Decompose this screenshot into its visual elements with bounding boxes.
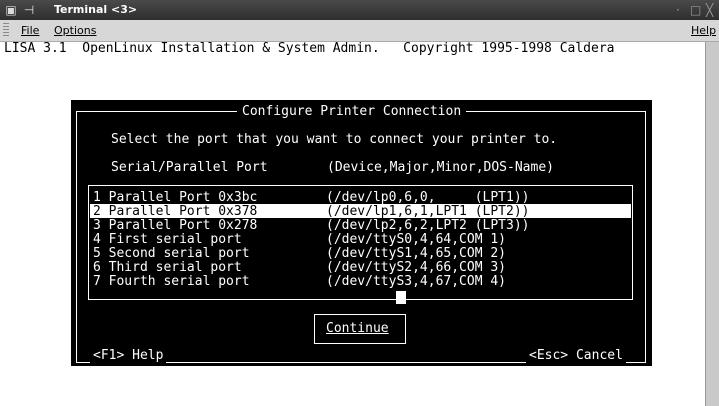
window-titlebar: ▣ ⊣ Terminal <3> · □ ╳ [0,0,719,20]
list-item[interactable]: 5 Second serial port (/dev/ttyS1,4,65,CO… [93,246,506,261]
menu-help[interactable]: Help [691,24,716,37]
list-item[interactable]: 3 Parallel Port 0x278 (/dev/lp2,6,2,LPT2… [93,218,530,233]
list-item[interactable]: 1 Parallel Port 0x3bc (/dev/lp0,6,0, (LP… [93,190,530,205]
menu-bar: File Options Help [0,20,719,42]
column-header-device: (Device,Major,Minor,DOS-Name) [327,160,554,175]
minimize-button[interactable]: · [676,3,680,17]
dialog-prompt: Select the port that you want to connect… [111,132,558,147]
terminal-menu-icon[interactable]: ▣ [4,3,18,17]
printer-connection-dialog: Configure Printer Connection Select the … [71,100,652,366]
help-key-hint[interactable]: <F1> Help [90,348,167,363]
continue-label: Continue [326,321,389,336]
list-item-selected[interactable]: 2 Parallel Port 0x378 (/dev/lp1,6,1,LPT1… [90,204,631,219]
list-item[interactable]: 4 First serial port (/dev/ttyS0,4,64,COM… [93,232,506,247]
terminal-header: LISA 3.1 OpenLinux Installation & System… [0,41,705,56]
close-button[interactable]: ╳ [706,3,713,17]
menu-file[interactable]: File [21,24,39,37]
list-item[interactable]: 6 Third serial port (/dev/ttyS2,4,66,COM… [93,260,506,275]
column-header-port: Serial/Parallel Port [111,160,268,175]
window-title: Terminal <3> [54,3,138,16]
menu-options[interactable]: Options [54,24,96,37]
list-item[interactable]: 7 Fourth serial port (/dev/ttyS3,4,67,CO… [93,274,506,289]
dialog-title: Configure Printer Connection [237,104,467,119]
cancel-key-hint[interactable]: <Esc> Cancel [526,348,626,363]
maximize-button[interactable]: □ [690,3,701,17]
menubar-grip[interactable] [3,23,9,38]
copyright-line: LISA 3.1 OpenLinux Installation & System… [4,41,615,56]
text-cursor [396,291,406,304]
pin-icon[interactable]: ⊣ [22,3,36,17]
vertical-scrollbar[interactable] [705,42,719,406]
continue-button[interactable]: Continue [314,314,406,344]
port-list: 1 Parallel Port 0x3bc (/dev/lp0,6,0, (LP… [88,185,633,300]
